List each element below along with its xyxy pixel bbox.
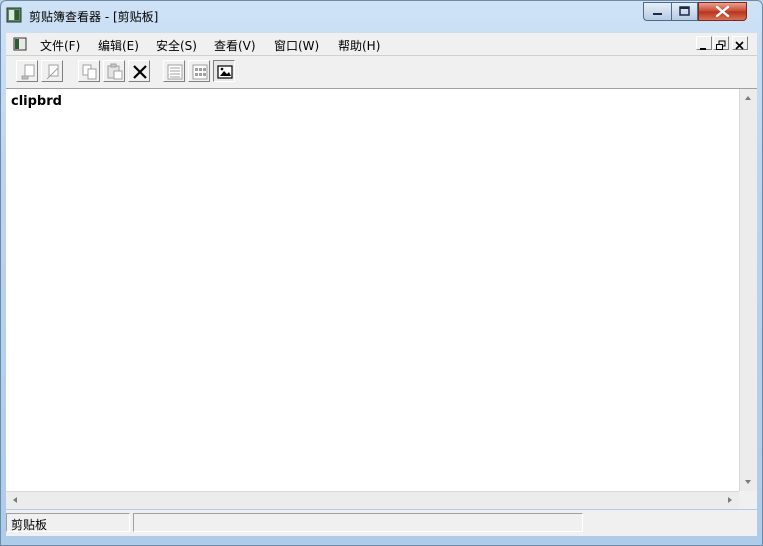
clipboard-content-area[interactable]: clipbrd	[6, 89, 739, 491]
menu-security[interactable]: 安全(S)	[156, 37, 197, 54]
list-view-icon	[167, 64, 183, 80]
clipbook-app-icon	[6, 7, 22, 23]
vertical-scrollbar[interactable]	[739, 89, 757, 491]
menu-bar: 文件(F) 编辑(E) 安全(S) 查看(V) 窗口(W) 帮助(H)	[6, 33, 757, 56]
close-icon	[735, 41, 744, 50]
list-view-button[interactable]	[163, 60, 185, 82]
horizontal-scrollbar[interactable]	[6, 491, 739, 509]
toolbar	[6, 56, 757, 89]
copy-button[interactable]	[78, 60, 100, 82]
maximize-button[interactable]	[671, 2, 698, 21]
thumbnail-view-icon	[192, 64, 208, 80]
delete-button[interactable]	[128, 60, 150, 82]
disconnect-icon	[46, 64, 59, 80]
paste-button[interactable]	[103, 60, 125, 82]
paste-icon	[107, 63, 123, 80]
clipbook-window: 剪贴簿查看器 - [剪贴板] 文件(F) 编辑(E) 安全(S) 查看(V) 窗…	[0, 0, 763, 546]
delete-icon	[133, 65, 147, 79]
mdi-close-button[interactable]	[732, 36, 748, 50]
status-text: 剪贴板	[6, 513, 130, 532]
minimize-button[interactable]	[643, 2, 671, 21]
menu-view[interactable]: 查看(V)	[214, 37, 256, 54]
menu-help[interactable]: 帮助(H)	[338, 37, 380, 54]
copy-icon	[82, 64, 97, 80]
scrollbar-corner	[739, 491, 757, 509]
mdi-minimize-button[interactable]	[696, 36, 712, 50]
menu-window[interactable]: 窗口(W)	[274, 37, 319, 54]
title-bar[interactable]: 剪贴簿查看器 - [剪贴板]	[1, 1, 762, 31]
document-icon[interactable]	[12, 36, 28, 52]
mdi-restore-button[interactable]	[713, 36, 729, 50]
window-title: 剪贴簿查看器 - [剪贴板]	[29, 10, 159, 24]
close-button[interactable]	[698, 2, 747, 21]
page-view-button[interactable]	[213, 60, 235, 82]
scroll-down-arrow-icon[interactable]	[740, 474, 756, 490]
status-bar: 剪贴板	[6, 510, 757, 536]
thumbnail-view-button[interactable]	[188, 60, 210, 82]
scroll-left-arrow-icon[interactable]	[7, 492, 23, 508]
page-view-icon	[217, 65, 233, 79]
clipboard-text: clipbrd	[11, 94, 62, 109]
status-panel-secondary	[133, 513, 583, 532]
scroll-up-arrow-icon[interactable]	[740, 90, 756, 106]
connect-icon	[21, 64, 35, 80]
close-icon	[715, 5, 730, 18]
connect-button[interactable]	[16, 60, 38, 82]
menu-edit[interactable]: 编辑(E)	[98, 37, 139, 54]
menu-file[interactable]: 文件(F)	[40, 37, 80, 54]
scroll-right-arrow-icon[interactable]	[722, 492, 738, 508]
disconnect-button[interactable]	[41, 60, 63, 82]
